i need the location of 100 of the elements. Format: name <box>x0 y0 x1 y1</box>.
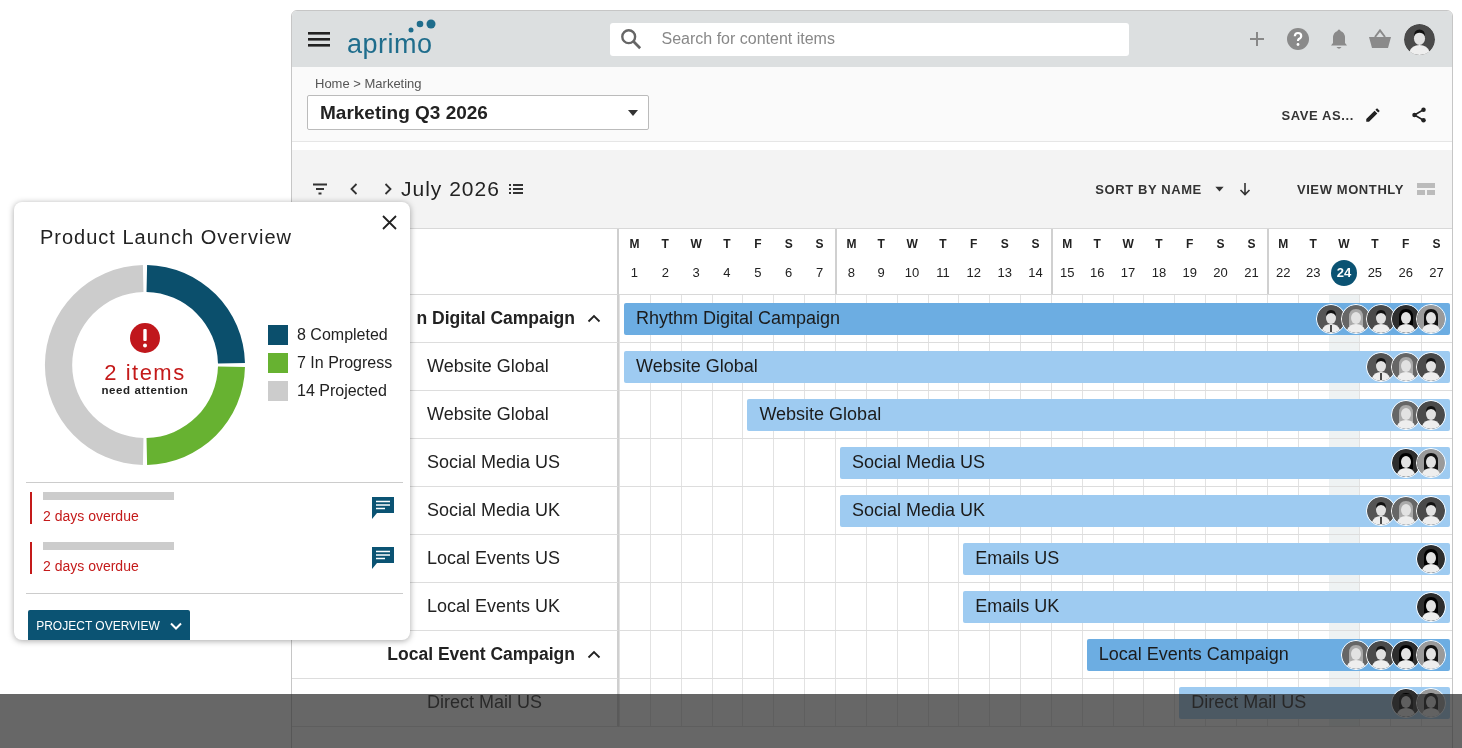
close-icon[interactable] <box>382 215 397 230</box>
legend-label: 8 Completed <box>297 326 388 344</box>
plan-select[interactable]: Marketing Q3 2026 <box>307 95 649 130</box>
group-label: n Digital Campaign <box>416 308 575 329</box>
comment-icon[interactable] <box>372 496 394 520</box>
save-as-button[interactable]: SAVE AS... <box>1281 107 1354 123</box>
pencil-icon[interactable] <box>1364 106 1382 124</box>
comment-icon[interactable] <box>372 546 394 570</box>
day-number[interactable]: 3 <box>683 259 710 286</box>
day-number[interactable]: 1 <box>621 259 648 286</box>
group-label: Local Event Campaign <box>387 644 575 665</box>
row-label: Website Global <box>427 404 549 425</box>
day-number[interactable]: 24 <box>1331 259 1357 286</box>
help-icon[interactable] <box>1286 27 1310 51</box>
alert-icon <box>130 322 160 353</box>
share-icon[interactable] <box>1410 106 1428 124</box>
timeline-bar[interactable]: Website Global <box>747 398 1450 431</box>
timeline-bar[interactable]: Website Global <box>624 350 1450 383</box>
weekday-label: F <box>754 237 762 252</box>
day-number[interactable]: 11 <box>929 259 956 286</box>
timeline-bar[interactable]: Social Media US <box>839 446 1450 479</box>
caret-icon <box>628 109 638 116</box>
chevron-up-icon[interactable] <box>587 650 601 659</box>
popup-title: Product Launch Overview <box>40 226 292 249</box>
project-overview-button[interactable]: PROJECT OVERVIEW <box>28 610 190 640</box>
avatar <box>1416 303 1446 334</box>
sort-dropdown[interactable]: SORT BY NAME <box>1095 181 1202 197</box>
attention-caption: need attention <box>101 383 189 396</box>
weekday-label: S <box>784 237 793 252</box>
avatar <box>1416 543 1446 574</box>
day-number[interactable]: 14 <box>1022 259 1049 286</box>
legend-label: 7 In Progress <box>297 354 393 372</box>
timeline-bar[interactable]: Rhythm Digital Campaign <box>624 302 1450 335</box>
day-number[interactable]: 15 <box>1054 259 1081 286</box>
avatar <box>1416 447 1446 478</box>
list-icon[interactable] <box>507 181 524 197</box>
weekday-label: W <box>1122 237 1134 252</box>
weekday-label: T <box>939 237 947 252</box>
day-number[interactable]: 9 <box>868 259 895 286</box>
timeline-bar[interactable]: Emails US <box>963 542 1450 575</box>
basket-icon[interactable] <box>1368 27 1392 51</box>
weekday-label: T <box>877 237 885 252</box>
logo: aprimo <box>347 31 433 60</box>
row-label: Local Events US <box>427 548 561 569</box>
day-number[interactable]: 25 <box>1361 259 1388 286</box>
weekday-label: F <box>1186 237 1194 252</box>
weekday-label: S <box>1432 237 1441 252</box>
overdue-item[interactable]: 2 days overdue <box>30 492 174 524</box>
avatar <box>1416 591 1446 622</box>
weekday-label: T <box>1309 237 1317 252</box>
day-number[interactable]: 12 <box>960 259 987 286</box>
weekday-label: M <box>846 237 857 252</box>
day-number[interactable]: 19 <box>1176 259 1203 286</box>
avatar <box>1416 351 1446 382</box>
weekday-label: T <box>723 237 731 252</box>
avatar <box>1416 639 1446 670</box>
day-number[interactable]: 27 <box>1423 259 1450 286</box>
weekday-label: M <box>1278 237 1289 252</box>
breadcrumb: Home > Marketing <box>315 76 423 91</box>
timeline-bar[interactable]: Local Events Campaign <box>1086 638 1450 671</box>
avatar <box>1416 399 1446 430</box>
day-number[interactable]: 26 <box>1392 259 1419 286</box>
weekday-label: T <box>1155 237 1163 252</box>
day-number[interactable]: 7 <box>806 259 833 286</box>
day-number[interactable]: 23 <box>1300 259 1327 286</box>
weekday-label: M <box>629 237 640 252</box>
weekday-label: T <box>1093 237 1101 252</box>
overdue-item[interactable]: 2 days overdue <box>30 542 174 574</box>
weekday-label: S <box>1216 237 1225 252</box>
day-number[interactable]: 17 <box>1115 259 1142 286</box>
day-number[interactable]: 6 <box>775 259 802 286</box>
legend-label: 14 Projected <box>297 382 387 400</box>
search-field[interactable]: Search for content items <box>609 22 1129 56</box>
chevron-up-icon[interactable] <box>587 314 601 323</box>
day-number[interactable]: 22 <box>1270 259 1297 286</box>
day-number[interactable]: 18 <box>1145 259 1172 286</box>
day-number[interactable]: 8 <box>838 259 865 286</box>
day-number[interactable]: 13 <box>991 259 1018 286</box>
overdue-text: 2 days overdue <box>43 558 140 574</box>
filter-icon[interactable] <box>312 181 328 197</box>
avatar <box>1404 23 1435 55</box>
timeline-bar[interactable]: Emails UK <box>963 590 1450 623</box>
weekday-label: S <box>1031 237 1040 252</box>
day-number[interactable]: 2 <box>652 259 679 286</box>
day-number[interactable]: 21 <box>1238 259 1265 286</box>
view-dropdown[interactable]: VIEW MONTHLY <box>1296 181 1404 197</box>
timeline-bar[interactable]: Social Media UK <box>839 494 1450 527</box>
day-number[interactable]: 16 <box>1084 259 1111 286</box>
day-number[interactable]: 20 <box>1207 259 1234 286</box>
weekday-label: W <box>690 237 702 252</box>
attention-count: 2 items <box>104 361 186 384</box>
day-number[interactable]: 5 <box>744 259 771 286</box>
row-label: Social Media UK <box>427 500 561 521</box>
weekday-label: F <box>970 237 978 252</box>
menu-icon[interactable] <box>308 30 330 48</box>
overdue-text: 2 days overdue <box>43 508 140 524</box>
avatar <box>1416 495 1446 526</box>
day-number[interactable]: 10 <box>899 259 926 286</box>
day-number[interactable]: 4 <box>713 259 740 286</box>
month-title: July 2026 <box>401 177 500 201</box>
